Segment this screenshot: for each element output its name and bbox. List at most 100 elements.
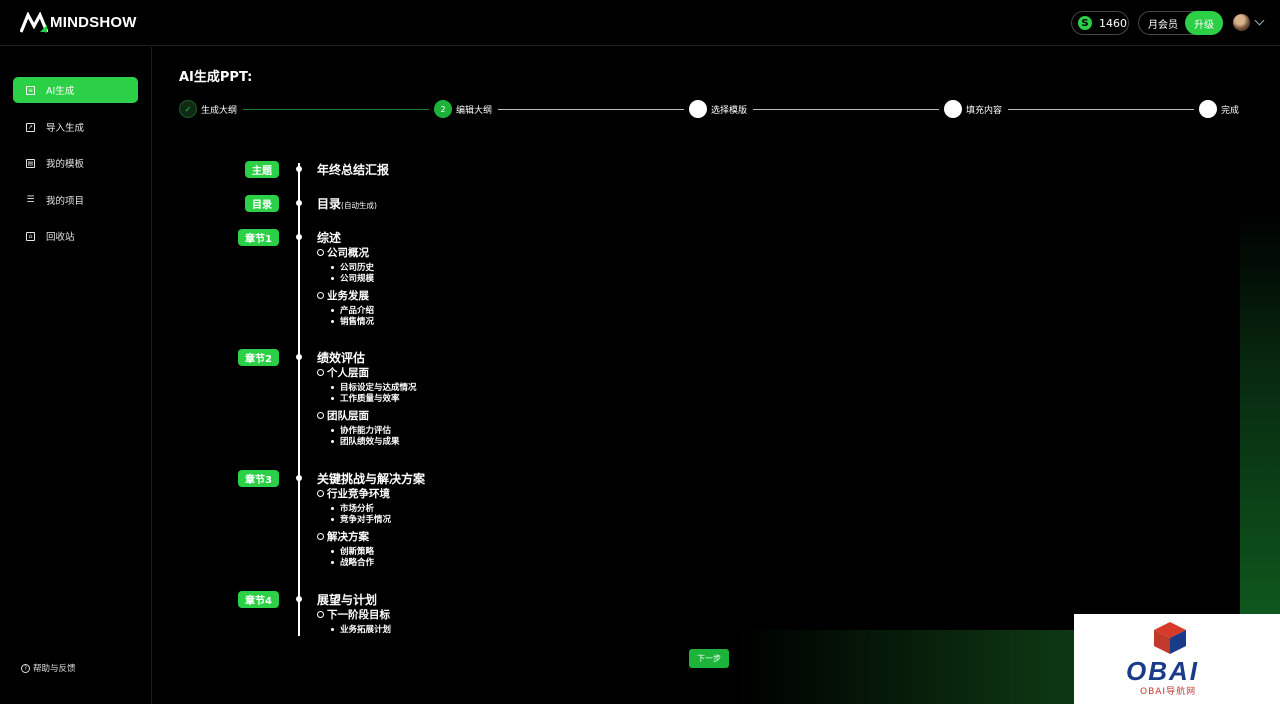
bullet-icon [331,506,334,510]
chapter-title[interactable]: 展望与计划 [317,591,377,608]
section-title[interactable]: 公司概况 [317,245,369,260]
sidebar-item-label: 回收站 [46,232,75,243]
sidebar-item-projects[interactable]: ☰ 我的项目 [13,187,138,213]
outline-toc[interactable]: 目录(自动生成) [317,195,377,212]
step-edit-outline[interactable]: 2 编辑大纲 [434,100,492,118]
logo[interactable]: MINDSHOW [20,12,137,34]
upgrade-button[interactable]: 升级 [1185,11,1223,35]
help-label: 帮助与反馈 [33,664,76,674]
sidebar-item-templates[interactable]: ▤ 我的模板 [13,150,138,176]
step-connector [498,109,684,110]
credits-badge[interactable]: S 1460 [1071,11,1129,35]
sidebar-item-import[interactable]: ↗ 导入生成 [13,114,138,140]
step-label: 选择模版 [711,105,748,116]
timeline-dot [296,200,302,206]
sidebar-item-label: 导入生成 [46,123,85,134]
step-dot [689,100,707,118]
background-glow [1240,210,1280,630]
bullet-icon [331,385,334,389]
watermark: OBAI OBAI导航网 [1074,614,1280,704]
timeline-dot [296,234,302,240]
bullet-icon [331,308,334,312]
ring-icon [317,490,324,497]
doc-icon: ≡ [26,85,35,95]
list-item[interactable]: 工作质量与效率 [331,392,400,404]
chapter-tag: 章节3 [238,470,279,487]
list-item-label: 竞争对手情况 [340,515,392,525]
bullet-icon [331,560,334,564]
sidebar-item-ai-generate[interactable]: ≡ AI生成 [13,77,138,103]
section-label: 团队层面 [327,410,369,422]
bullet-icon [331,319,334,323]
import-icon: ↗ [26,122,35,132]
section-label: 解决方案 [327,531,369,543]
section-title[interactable]: 业务发展 [317,288,369,303]
step-label: 编辑大纲 [456,105,493,116]
toc-title: 目录 [317,197,342,211]
timeline-dot [296,596,302,602]
list-item[interactable]: 公司规模 [331,272,374,284]
chapter-title[interactable]: 综述 [317,229,341,246]
sidebar-item-label: 我的模板 [46,159,85,170]
section-title[interactable]: 行业竞争环境 [317,486,390,501]
membership-badge: 月会员 升级 [1138,11,1223,35]
section-title[interactable]: 解决方案 [317,529,369,544]
avatar[interactable] [1233,14,1250,31]
step-connector [753,109,939,110]
ring-icon [317,292,324,299]
section-label: 个人层面 [327,367,369,379]
list-item[interactable]: 业务拓展计划 [331,623,391,635]
step-dot [1199,100,1217,118]
sidebar-item-label: 我的项目 [46,196,85,207]
step-connector [243,109,429,110]
chevron-down-icon[interactable] [1254,15,1265,26]
watermark-sub-text: OBAI导航网 [1140,687,1197,697]
template-icon: ▤ [26,158,35,168]
section-label: 下一阶段目标 [327,609,390,621]
bullet-icon [331,396,334,400]
ring-icon [317,611,324,618]
section-title[interactable]: 团队层面 [317,408,369,423]
chapter-tag: 章节1 [238,229,279,246]
timeline-dot [296,354,302,360]
progress-stepper: ✓ 生成大纲 2 编辑大纲 选择模版 填充内容 完成 [179,100,1241,118]
check-icon: ✓ [179,100,197,118]
bullet-icon [331,439,334,443]
list-item[interactable]: 竞争对手情况 [331,513,391,525]
list-item[interactable]: 团队绩效与成果 [331,435,400,447]
help-feedback-link[interactable]: ? 帮助与反馈 [21,662,76,674]
toc-tag: 目录 [245,195,279,212]
step-done[interactable]: 完成 [1199,100,1239,118]
section-label: 行业竞争环境 [327,488,390,500]
next-step-button[interactable]: 下一步 [689,649,729,668]
sidebar-item-label: AI生成 [46,86,75,97]
list-item[interactable]: 战略合作 [331,556,374,568]
list-item-label: 战略合作 [340,558,375,568]
section-label: 公司概况 [327,247,369,259]
section-title[interactable]: 个人层面 [317,365,369,380]
page-title: AI生成PPT: [179,70,253,85]
bullet-icon [331,428,334,432]
step-fill-content[interactable]: 填充内容 [944,100,1002,118]
sidebar: ≡ AI生成 ↗ 导入生成 ▤ 我的模板 ☰ 我的项目 ⌂ 回收站 ? 帮助与反… [0,47,152,704]
step-label: 生成大纲 [201,105,238,116]
step-choose-template[interactable]: 选择模版 [689,100,747,118]
chapter-title[interactable]: 关键挑战与解决方案 [317,470,425,487]
ring-icon [317,412,324,419]
list-item-label: 销售情况 [340,317,375,327]
credits-count: 1460 [1099,16,1127,30]
step-connector [1008,109,1194,110]
ring-icon [317,369,324,376]
step-outline[interactable]: ✓ 生成大纲 [179,100,237,118]
sidebar-item-trash[interactable]: ⌂ 回收站 [13,223,138,249]
step-dot [944,100,962,118]
chapter-title[interactable]: 绩效评估 [317,349,365,366]
section-title[interactable]: 下一阶段目标 [317,607,390,622]
outline-topic[interactable]: 年终总结汇报 [317,161,389,178]
ring-icon [317,533,324,540]
logo-text: MINDSHOW [50,14,137,31]
trash-icon: ⌂ [26,231,35,241]
top-bar: MINDSHOW S 1460 月会员 升级 [0,0,1280,46]
watermark-logo-text: OBAI [1126,656,1199,686]
list-item[interactable]: 销售情况 [331,315,374,327]
